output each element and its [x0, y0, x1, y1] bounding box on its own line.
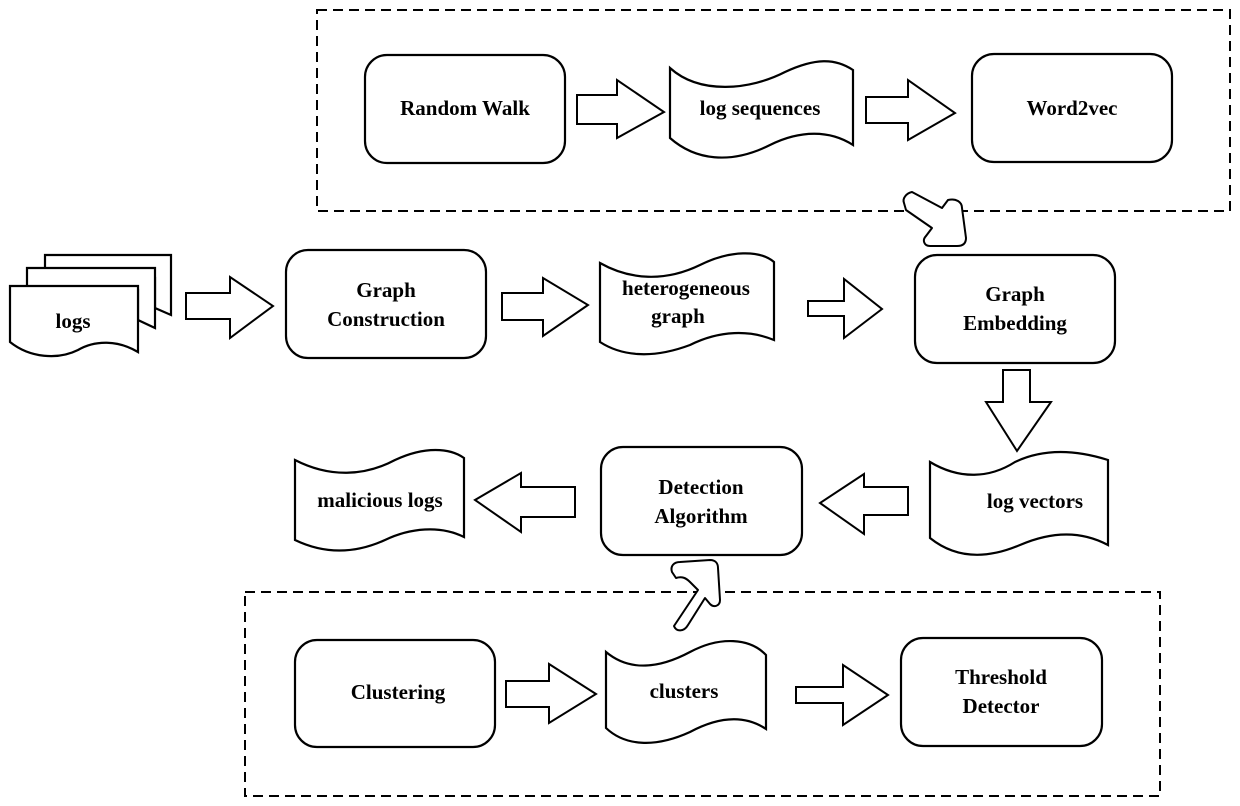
- threshold-detector-node: Threshold Detector: [899, 636, 1104, 748]
- random-walk-node: Random Walk: [363, 53, 567, 165]
- heterogeneous-graph-label-1: heterogeneous: [622, 276, 750, 300]
- arrow-log-sequences-to-word2vec: [865, 78, 957, 142]
- log-vectors-label: log vectors: [987, 489, 1083, 513]
- word2vec-label: Word2vec: [1027, 96, 1118, 120]
- heterogeneous-graph-label-2: graph: [651, 304, 705, 328]
- arrow-detection-algorithm-to-malicious-logs: [473, 471, 576, 534]
- word2vec-node: Word2vec: [970, 52, 1174, 164]
- malicious-logs-node: malicious logs: [293, 449, 466, 552]
- log-vectors-node: log vectors: [928, 450, 1110, 556]
- log-sequences-node: log sequences: [668, 60, 855, 159]
- threshold-detector-label-2: Detector: [963, 694, 1040, 718]
- clusters-label: clusters: [650, 679, 719, 703]
- graph-construction-label-1: Graph: [356, 278, 416, 302]
- arrow-heterogeneous-graph-to-graph-embedding: [807, 276, 884, 341]
- graph-construction-label-2: Construction: [327, 307, 445, 331]
- arrow-graph-construction-to-heterogeneous-graph: [501, 276, 590, 338]
- arrow-log-vectors-to-detection-algorithm: [818, 472, 909, 536]
- clustering-node: Clustering: [293, 638, 497, 749]
- random-walk-label: Random Walk: [400, 96, 530, 120]
- graph-construction-node: Graph Construction: [284, 248, 488, 360]
- log-sequences-label: log sequences: [700, 96, 821, 120]
- clustering-label: Clustering: [351, 680, 446, 704]
- graph-embedding-label-1: Graph: [985, 282, 1045, 306]
- detection-algorithm-node: Detection Algorithm: [599, 445, 804, 557]
- heterogeneous-graph-node: heterogeneous graph: [598, 252, 776, 356]
- logs-label: logs: [55, 309, 90, 333]
- graph-embedding-label-2: Embedding: [963, 311, 1067, 335]
- arrow-clusters-to-threshold-detector: [795, 663, 890, 727]
- logs-node: logs: [8, 253, 173, 358]
- clusters-node: clusters: [604, 640, 768, 744]
- malicious-logs-label: malicious logs: [317, 488, 442, 512]
- arrow-graph-embedding-to-log-vectors: [984, 369, 1053, 453]
- arrow-random-walk-to-log-sequences: [576, 78, 666, 140]
- detection-algorithm-label-2: Algorithm: [654, 504, 748, 528]
- arrow-clustering-to-clusters: [505, 662, 598, 725]
- threshold-detector-label-1: Threshold: [955, 665, 1047, 689]
- arrow-detection-group-to-detection-algorithm: [670, 559, 721, 632]
- pipeline-diagram: Random Walk log sequences Word2vec logs …: [8, 9, 1231, 797]
- arrow-embedding-group-to-graph-embedding: [902, 191, 967, 247]
- graph-embedding-node: Graph Embedding: [913, 253, 1117, 365]
- arrow-logs-to-graph-construction: [185, 275, 275, 340]
- detection-algorithm-label-1: Detection: [658, 475, 743, 499]
